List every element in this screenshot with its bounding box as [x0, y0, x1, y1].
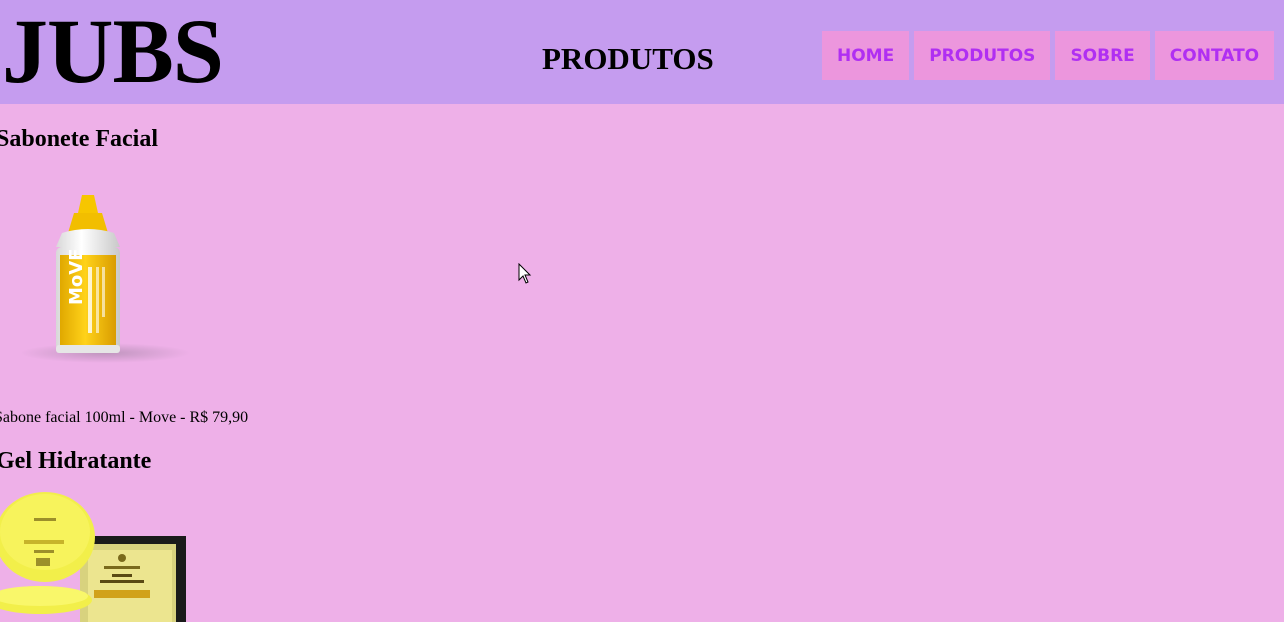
main-nav: HOME PRODUTOS SOBRE CONTATO	[822, 31, 1275, 80]
nav-produtos-button[interactable]: PRODUTOS	[914, 31, 1051, 80]
nav-home-button[interactable]: HOME	[822, 31, 910, 80]
site-logo[interactable]: JUBS	[2, 0, 224, 106]
gel-jar-image	[0, 492, 186, 622]
svg-text:MoVE: MoVE	[66, 248, 87, 305]
product-title: Sabonete Facial	[0, 126, 158, 152]
product-description: Sabone facial 100ml - Move - R$ 79,90	[0, 409, 249, 426]
nav-contato-button[interactable]: CONTATO	[1154, 31, 1275, 80]
product-title: Gel Hidratante	[0, 448, 152, 474]
page-title: PRODUTOS	[542, 41, 714, 76]
site-header: JUBS PRODUTOS HOME PRODUTOS SOBRE CONTAT…	[0, 0, 1284, 104]
mouse-cursor-icon	[518, 263, 532, 284]
yellow-bottle-image: MoVE	[20, 195, 190, 363]
nav-sobre-button[interactable]: SOBRE	[1055, 31, 1150, 80]
